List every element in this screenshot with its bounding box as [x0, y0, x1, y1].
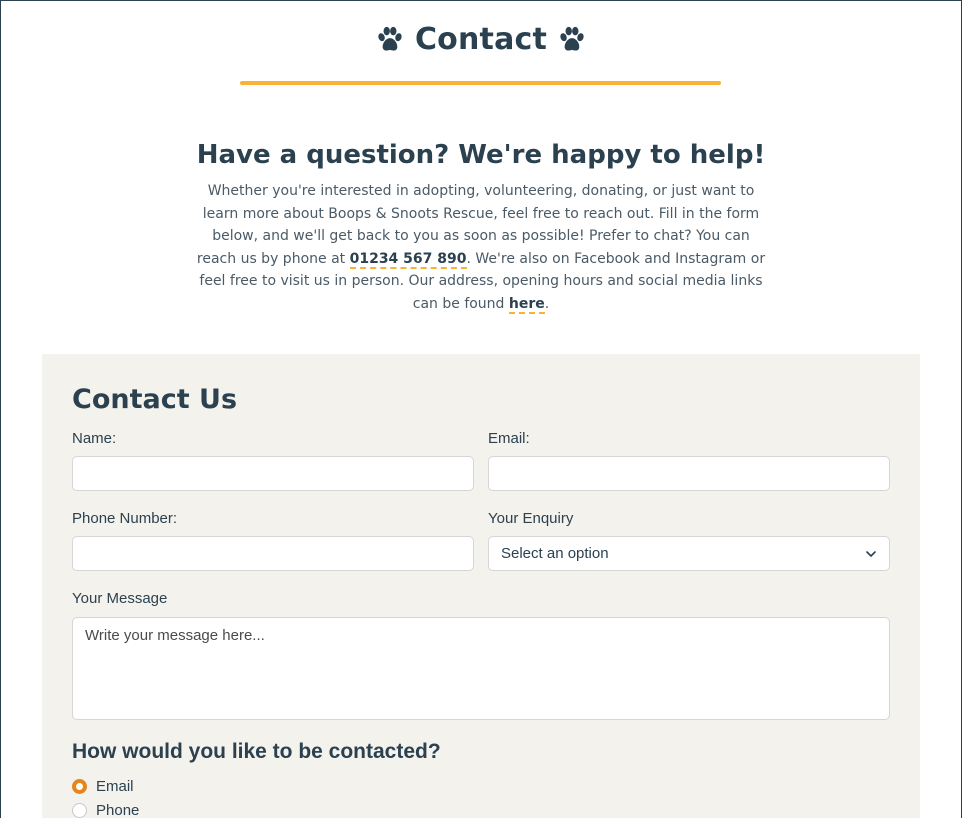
name-input[interactable]	[72, 456, 474, 491]
name-label: Name:	[72, 430, 117, 447]
chevron-down-icon	[866, 550, 876, 557]
message-label: Your Message	[72, 590, 168, 607]
phone-label: Phone Number:	[72, 510, 178, 527]
intro-paragraph: Whether you're interested in adopting, v…	[191, 180, 771, 315]
radio-phone-label: Phone	[96, 802, 140, 818]
form-title: Contact Us	[72, 384, 238, 415]
enquiry-label: Your Enquiry	[488, 510, 574, 527]
message-textarea[interactable]: Write your message here...	[72, 617, 890, 720]
intro-heading: Have a question? We're happy to help!	[196, 140, 766, 170]
intro-text-end: .	[544, 295, 550, 312]
phone-input[interactable]	[72, 536, 474, 571]
intro-section: Have a question? We're happy to help! Wh…	[0, 140, 962, 315]
contact-option-email[interactable]: Email	[72, 778, 134, 795]
contact-method-question: How would you like to be contacted?	[72, 740, 441, 763]
contact-option-phone[interactable]: Phone	[72, 802, 139, 818]
page-title-text: Contact	[414, 22, 548, 57]
paw-icon	[560, 26, 584, 51]
enquiry-selected-value: Select an option	[501, 545, 609, 562]
radio-email[interactable]	[72, 779, 87, 794]
email-input[interactable]	[488, 456, 890, 491]
radio-phone[interactable]	[72, 803, 87, 818]
here-link[interactable]: here	[508, 295, 545, 314]
page-title: Contact	[375, 22, 587, 57]
phone-link[interactable]: 01234 567 890	[349, 250, 467, 269]
contact-form: Contact Us Name: Email: Phone Number: Yo…	[42, 354, 920, 818]
paw-icon	[378, 26, 402, 51]
email-label: Email:	[488, 430, 530, 447]
page-header: Contact	[0, 22, 962, 59]
radio-email-label: Email	[96, 778, 134, 795]
enquiry-select[interactable]: Select an option	[488, 536, 890, 571]
title-underline	[240, 81, 721, 85]
